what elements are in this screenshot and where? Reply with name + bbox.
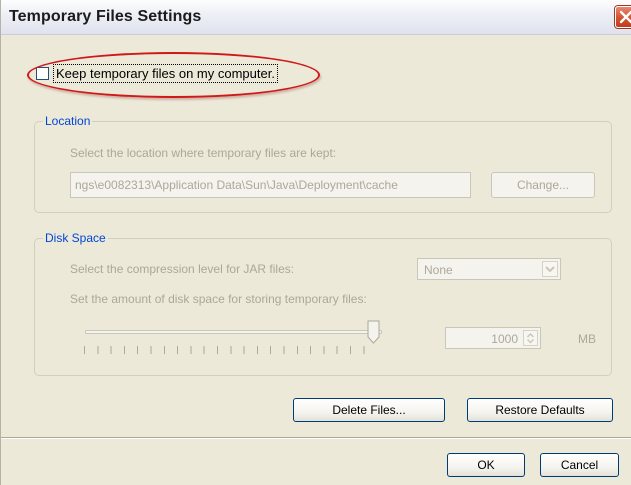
location-group: Location (34, 114, 612, 213)
title-bar[interactable]: Temporary Files Settings (1, 0, 631, 35)
unit-label: MB (578, 332, 596, 346)
disk-space-spinner[interactable]: 1000 (445, 327, 541, 349)
disk-space-slider-thumb[interactable] (367, 320, 380, 344)
dropdown-arrow-icon[interactable] (542, 261, 558, 277)
slider-ticks (84, 346, 374, 354)
disk-space-spinner-value: 1000 (491, 332, 518, 346)
location-description: Select the location where temporary file… (70, 146, 337, 160)
close-icon (619, 10, 631, 24)
slider-thumb-icon (367, 320, 380, 344)
cache-path-field[interactable]: ngs\e0082313\Application Data\Sun\Java\D… (70, 172, 471, 198)
temporary-files-dialog: Temporary Files Settings Keep temporary … (0, 0, 631, 485)
chevron-down-icon (545, 266, 555, 273)
location-group-title: Location (43, 114, 93, 128)
footer-separator (1, 437, 631, 439)
change-button[interactable]: Change... (491, 172, 595, 198)
compression-label: Select the compression level for JAR fil… (70, 262, 295, 276)
compression-select-value: None (424, 263, 453, 277)
restore-defaults-button[interactable]: Restore Defaults (467, 398, 613, 422)
disk-space-group-title: Disk Space (43, 231, 108, 245)
disk-space-slider-track[interactable] (85, 330, 382, 334)
keep-files-label[interactable]: Keep temporary files on my computer. (53, 64, 278, 83)
window-title: Temporary Files Settings (9, 8, 202, 25)
close-button[interactable] (615, 6, 631, 28)
cancel-button[interactable]: Cancel (540, 453, 619, 477)
ok-button[interactable]: OK (447, 453, 525, 477)
keep-files-checkbox[interactable] (36, 67, 49, 80)
delete-files-button[interactable]: Delete Files... (293, 398, 445, 422)
spinner-arrows-icon[interactable] (523, 330, 538, 346)
disk-amount-label: Set the amount of disk space for storing… (70, 292, 367, 306)
up-down-arrows-icon (527, 333, 534, 344)
compression-select[interactable]: None (417, 258, 561, 280)
